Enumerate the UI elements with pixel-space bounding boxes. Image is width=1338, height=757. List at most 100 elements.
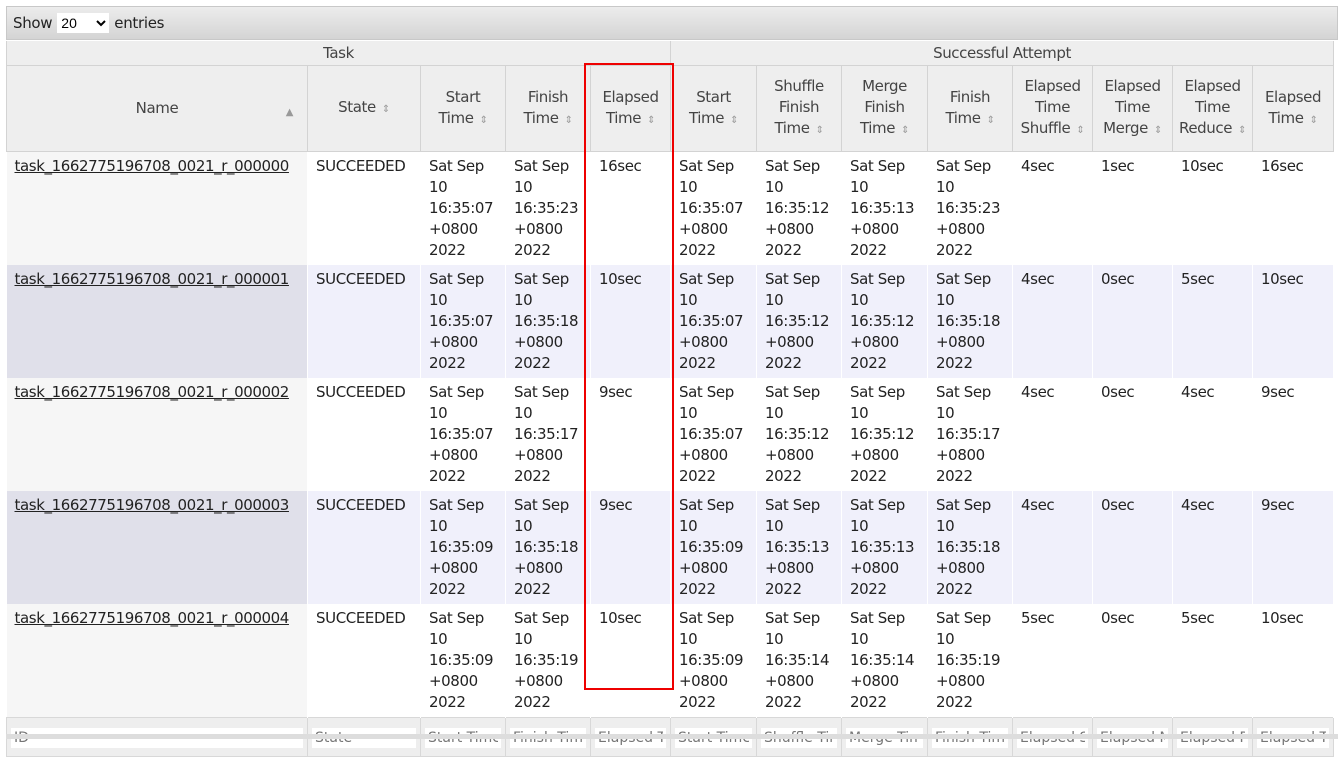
column-header[interactable]: State ⇕: [307, 65, 421, 152]
sort-ascending-icon[interactable]: ▲: [286, 102, 294, 123]
table-cell: Sat Sep 10 16:35:18 +0800 2022: [505, 265, 591, 378]
table-cell: 10sec: [1172, 151, 1254, 265]
column-header-label: Finish Time: [523, 87, 569, 127]
sort-both-icon[interactable]: ⇕: [1310, 115, 1318, 126]
column-header-label: Name: [135, 99, 179, 117]
table-cell: Sat Sep 10 16:35:07 +0800 2022: [420, 378, 506, 491]
column-header[interactable]: Elapsed Time Merge ⇕: [1092, 65, 1174, 152]
task-link[interactable]: task_1662775196708_0021_r_000000: [15, 157, 290, 175]
table-cell: Sat Sep 10 16:35:17 +0800 2022: [927, 378, 1014, 491]
task-link[interactable]: task_1662775196708_0021_r_000004: [15, 609, 290, 627]
table-row: task_1662775196708_0021_r_000002 SUCCEEDE…: [6, 378, 1335, 491]
column-header[interactable]: Shuffle Finish Time ⇕: [756, 65, 843, 152]
table-cell: 0sec: [1092, 378, 1174, 491]
group-header-successful-attempt: Successful Attempt: [670, 41, 1335, 66]
column-header-label: Finish Time: [945, 87, 991, 127]
column-header[interactable]: Elapsed Time ⇕: [1252, 65, 1335, 152]
table-cell: task_1662775196708_0021_r_000004: [6, 604, 308, 718]
table-cell: 5sec: [1012, 604, 1094, 718]
table-cell: SUCCEEDED: [307, 491, 421, 604]
table-cell: task_1662775196708_0021_r_000001: [6, 265, 308, 378]
table-cell: 10sec: [590, 265, 672, 378]
table-cell: 4sec: [1012, 378, 1094, 491]
table-cell: Sat Sep 10 16:35:14 +0800 2022: [841, 604, 929, 718]
table-length-control: Show 20 entries: [6, 6, 1338, 40]
table-cell: 0sec: [1092, 604, 1174, 718]
table-cell: Sat Sep 10 16:35:13 +0800 2022: [841, 491, 929, 604]
table-cell: Sat Sep 10 16:35:13 +0800 2022: [756, 491, 843, 604]
table-cell: Sat Sep 10 16:35:23 +0800 2022: [505, 151, 591, 265]
column-header-label: Merge Finish Time: [859, 77, 907, 137]
column-header[interactable]: Elapsed Time Shuffle ⇕: [1012, 65, 1094, 152]
table-cell: Sat Sep 10 16:35:18 +0800 2022: [505, 491, 591, 604]
sort-both-icon[interactable]: ⇕: [382, 104, 390, 115]
table-cell: Sat Sep 10 16:35:19 +0800 2022: [505, 604, 591, 718]
table-cell: Sat Sep 10 16:35:12 +0800 2022: [756, 151, 843, 265]
table-cell: Sat Sep 10 16:35:14 +0800 2022: [756, 604, 843, 718]
table-cell: 16sec: [590, 151, 672, 265]
sort-both-icon[interactable]: ⇕: [730, 115, 738, 126]
table-cell: Sat Sep 10 16:35:18 +0800 2022: [927, 265, 1014, 378]
table-cell: SUCCEEDED: [307, 604, 421, 718]
sort-both-icon[interactable]: ⇕: [816, 125, 824, 136]
table-cell: 1sec: [1092, 151, 1174, 265]
table-cell: 9sec: [1252, 378, 1335, 491]
table-cell: 10sec: [1252, 604, 1335, 718]
table-cell: 9sec: [590, 378, 672, 491]
table-footer-bar: [6, 734, 1338, 739]
table-cell: 16sec: [1252, 151, 1335, 265]
sort-both-icon[interactable]: ⇕: [480, 115, 488, 126]
column-header-label: Elapsed Time Merge: [1103, 77, 1161, 137]
table-cell: task_1662775196708_0021_r_000003: [6, 491, 308, 604]
task-link[interactable]: task_1662775196708_0021_r_000002: [15, 383, 290, 401]
table-cell: Sat Sep 10 16:35:09 +0800 2022: [420, 604, 506, 718]
column-header[interactable]: Start Time ⇕: [670, 65, 758, 152]
table-cell: Sat Sep 10 16:35:07 +0800 2022: [670, 265, 758, 378]
task-link[interactable]: task_1662775196708_0021_r_000001: [15, 270, 290, 288]
table-cell: SUCCEEDED: [307, 378, 421, 491]
table-cell: Sat Sep 10 16:35:07 +0800 2022: [420, 265, 506, 378]
column-header[interactable]: Merge Finish Time ⇕: [841, 65, 929, 152]
entries-per-page-select[interactable]: 20: [57, 13, 110, 33]
column-header[interactable]: Elapsed Time ⇕: [589, 65, 672, 152]
column-header[interactable]: Name ▲: [6, 65, 308, 152]
table-cell: SUCCEEDED: [307, 151, 421, 265]
table-cell: SUCCEEDED: [307, 265, 421, 378]
table-cell: Sat Sep 10 16:35:17 +0800 2022: [505, 378, 591, 491]
table-cell: Sat Sep 10 16:35:23 +0800 2022: [927, 151, 1014, 265]
task-link[interactable]: task_1662775196708_0021_r_000003: [15, 496, 290, 514]
sort-both-icon[interactable]: ⇕: [647, 115, 655, 126]
table-cell: Sat Sep 10 16:35:18 +0800 2022: [927, 491, 1014, 604]
column-header[interactable]: Finish Time ⇕: [927, 65, 1014, 152]
sort-both-icon[interactable]: ⇕: [565, 115, 573, 126]
table-cell: 4sec: [1172, 378, 1254, 491]
table-cell: task_1662775196708_0021_r_000002: [6, 378, 308, 491]
column-header[interactable]: Start Time ⇕: [420, 65, 506, 152]
table-cell: 10sec: [1252, 265, 1335, 378]
table-cell: Sat Sep 10 16:35:12 +0800 2022: [756, 378, 843, 491]
group-header-task: Task: [5, 41, 672, 66]
sort-both-icon[interactable]: ⇕: [901, 125, 909, 136]
table-cell: Sat Sep 10 16:35:09 +0800 2022: [670, 491, 758, 604]
sort-both-icon[interactable]: ⇕: [987, 115, 995, 126]
table-cell: Sat Sep 10 16:35:07 +0800 2022: [670, 151, 758, 265]
table-cell: 4sec: [1012, 151, 1094, 265]
table-cell: Sat Sep 10 16:35:09 +0800 2022: [420, 491, 506, 604]
table-cell: 0sec: [1092, 265, 1174, 378]
table-cell: Sat Sep 10 16:35:12 +0800 2022: [841, 378, 929, 491]
table-cell: 9sec: [1252, 491, 1335, 604]
sort-both-icon[interactable]: ⇕: [1238, 125, 1246, 136]
table-cell: task_1662775196708_0021_r_000000: [6, 151, 308, 265]
sort-both-icon[interactable]: ⇕: [1154, 125, 1162, 136]
table-cell: 10sec: [590, 604, 672, 718]
show-label: Show: [13, 14, 53, 32]
table-cell: Sat Sep 10 16:35:19 +0800 2022: [927, 604, 1014, 718]
table-cell: 5sec: [1172, 265, 1254, 378]
column-header[interactable]: Elapsed Time Reduce ⇕: [1172, 65, 1254, 152]
column-header-label: Elapsed Time Shuffle: [1020, 77, 1081, 137]
table-cell: Sat Sep 10 16:35:13 +0800 2022: [841, 151, 929, 265]
column-header[interactable]: Finish Time ⇕: [505, 65, 591, 152]
table-cell: 4sec: [1012, 491, 1094, 604]
table-cell: Sat Sep 10 16:35:12 +0800 2022: [841, 265, 929, 378]
sort-both-icon[interactable]: ⇕: [1076, 125, 1084, 136]
